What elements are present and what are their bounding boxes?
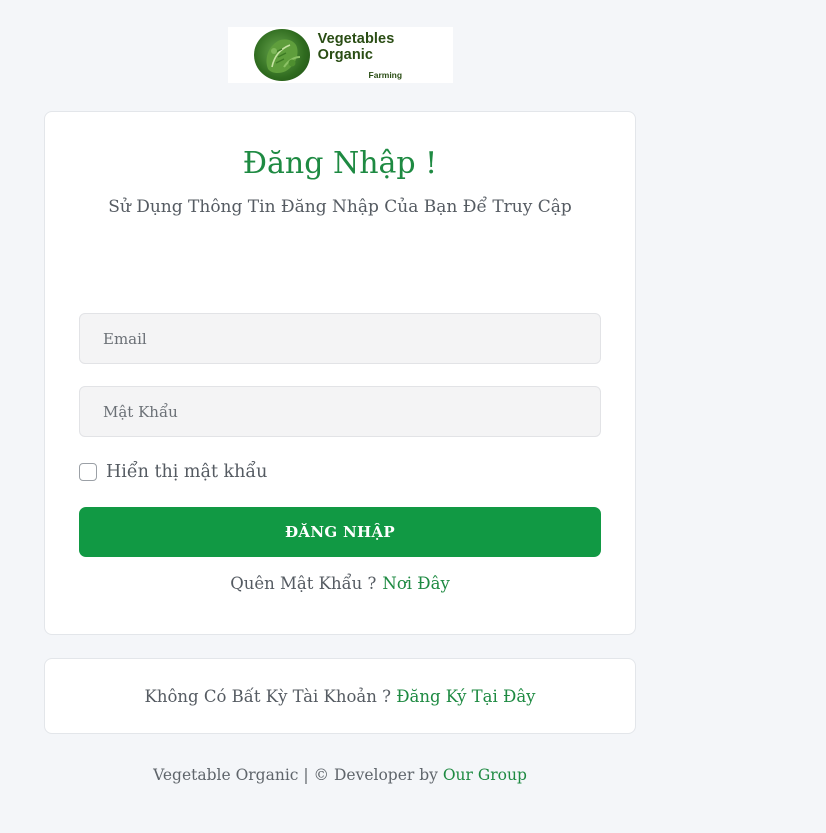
login-card: Đăng Nhập ! Sử Dụng Thông Tin Đăng Nhập …	[44, 111, 636, 635]
brand-logo: Vegetables Organic Farming	[228, 27, 453, 83]
signup-link[interactable]: Đăng Ký Tại Đây	[396, 687, 535, 706]
email-field[interactable]	[79, 313, 601, 364]
password-field[interactable]	[79, 386, 601, 437]
logo-title: Vegetables Organic	[317, 30, 395, 63]
logo-text: Vegetables Organic Farming	[318, 31, 453, 80]
forgot-password-text: Quên Mật Khẩu ?	[230, 574, 377, 593]
show-password-label: Hiển thị mật khẩu	[106, 462, 268, 482]
forgot-password-link[interactable]: Nơi Đây	[382, 574, 449, 593]
page-subtitle: Sử Dụng Thông Tin Đăng Nhập Của Bạn Để T…	[108, 197, 572, 217]
signup-card: Không Có Bất Kỳ Tài Khoản ? Đăng Ký Tại …	[44, 658, 636, 734]
footer: Vegetable Organic | © Developer by Our G…	[44, 766, 636, 784]
login-button[interactable]: ĐĂNG NHẬP	[79, 507, 601, 557]
footer-link[interactable]: Our Group	[443, 766, 527, 784]
logo-subtitle: Farming	[368, 69, 403, 80]
signup-text: Không Có Bất Kỳ Tài Khoản ?	[144, 686, 391, 706]
show-password-checkbox[interactable]	[79, 463, 97, 481]
page-title: Đăng Nhập !	[242, 146, 438, 181]
signup-row: Không Có Bất Kỳ Tài Khoản ? Đăng Ký Tại …	[145, 687, 536, 706]
show-password-toggle[interactable]: Hiển thị mật khẩu	[79, 462, 267, 482]
leafy-vegetable-icon	[254, 29, 310, 81]
forgot-password-row: Quên Mật Khẩu ? Nơi Đây	[45, 574, 635, 593]
footer-text: Vegetable Organic | © Developer by	[153, 766, 438, 784]
